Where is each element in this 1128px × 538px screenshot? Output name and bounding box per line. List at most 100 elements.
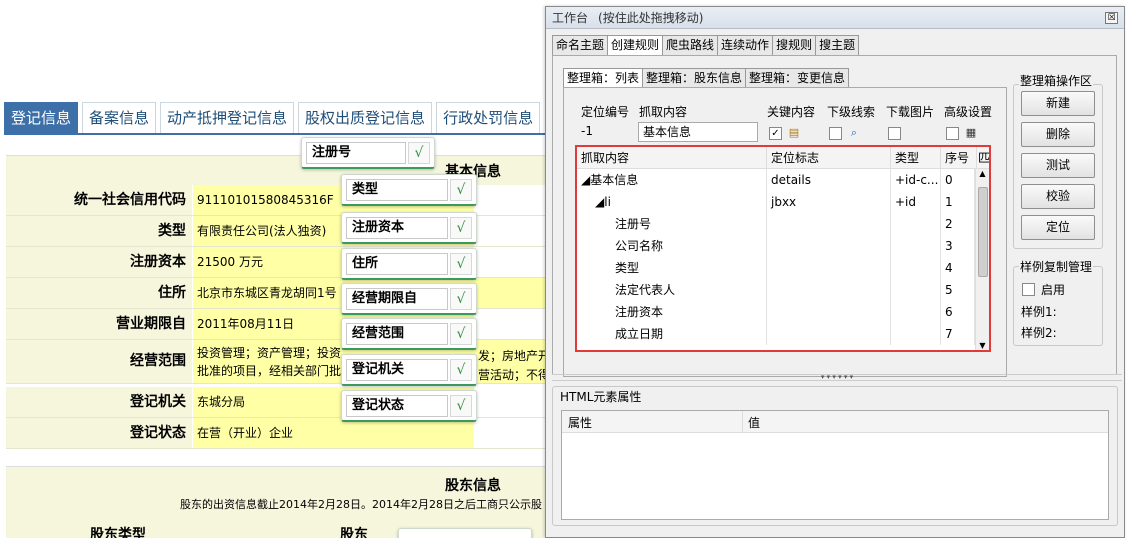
popup-label: 经营范围: [346, 322, 448, 345]
shareholder-title: 股东信息: [445, 478, 501, 494]
scroll-thumb[interactable]: [978, 187, 988, 277]
tab-crawler-route[interactable]: 爬虫路线: [662, 35, 718, 56]
check-icon[interactable]: √: [450, 216, 472, 239]
advanced-checkbox[interactable]: [946, 127, 959, 140]
popup-tag-partial[interactable]: [398, 528, 532, 538]
check-icon[interactable]: √: [450, 252, 472, 275]
advanced-label: 高级设置: [944, 105, 993, 119]
scroll-down-icon[interactable]: ▼: [976, 341, 989, 350]
window-titlebar[interactable]: 工作台 (按住此处拖拽移动): [546, 7, 1124, 29]
new-button[interactable]: 新建: [1021, 91, 1095, 116]
info-row: 类型 有限责任公司(法人独资): [6, 216, 566, 247]
subtab-shareholder[interactable]: 整理箱：股东信息: [642, 68, 746, 88]
row-key: 统一社会信用代码: [6, 185, 192, 215]
row-key: 经营范围: [6, 340, 192, 383]
cell-content: 类型: [577, 257, 767, 279]
grid-col-type[interactable]: 类型: [891, 147, 941, 169]
tab-name-topic[interactable]: 命名主题: [552, 35, 608, 56]
web-tab-filing[interactable]: 备案信息: [82, 102, 157, 133]
cell-mark: jbxx: [767, 191, 891, 213]
popup-tag-status[interactable]: 登记状态 √: [341, 390, 477, 422]
info-row: 营业期限自 2011年08月11日: [6, 309, 566, 340]
cell-content: 注册号: [577, 213, 767, 235]
table-row[interactable]: 注册号 2: [577, 213, 975, 235]
cell-content: ◢li: [577, 191, 767, 213]
close-icon[interactable]: ☒: [1105, 12, 1118, 24]
cell-no: 1: [941, 191, 975, 213]
sample-enable-checkbox[interactable]: [1022, 283, 1035, 296]
popup-tag-capital[interactable]: 注册资本 √: [341, 212, 477, 244]
grid-col-mark[interactable]: 定位标志: [767, 147, 891, 169]
locate-button[interactable]: 定位: [1021, 215, 1095, 240]
table-row[interactable]: ◢基本信息 details +id-c... 0: [577, 169, 975, 191]
grid-scrollbar[interactable]: ▲ ▼: [975, 169, 989, 350]
table-row[interactable]: ◢li jbxx +id 1: [577, 191, 975, 213]
subtab-change[interactable]: 整理箱：变更信息: [745, 68, 850, 88]
cell-type: [891, 323, 941, 345]
cell-no: 6: [941, 301, 975, 323]
cell-mark: [767, 323, 891, 345]
web-tab-bar: 登记信息 备案信息 动产抵押登记信息 股权出质登记信息 行政处罚信息: [4, 102, 541, 133]
table-row[interactable]: 注册资本 6: [577, 301, 975, 323]
table-row[interactable]: 成立日期 7: [577, 323, 975, 345]
tab-search-rule[interactable]: 搜规则: [772, 35, 816, 56]
cell-mark: [767, 213, 891, 235]
table-row[interactable]: 法定代表人 5: [577, 279, 975, 301]
validate-button[interactable]: 校验: [1021, 184, 1095, 209]
popup-tag-reg-no[interactable]: 注册号 √: [301, 137, 435, 169]
row-key: 类型: [6, 216, 192, 246]
grid-col-match[interactable]: 匹: [977, 147, 989, 169]
attr-col-value[interactable]: 值: [748, 414, 760, 431]
delete-button[interactable]: 删除: [1021, 122, 1095, 147]
window-title: 工作台: [552, 11, 589, 25]
table-icon[interactable]: ▦: [964, 126, 978, 140]
check-icon[interactable]: √: [450, 358, 472, 381]
scroll-up-icon[interactable]: ▲: [976, 169, 989, 181]
web-tab-equity-pledge[interactable]: 股权出质登记信息: [298, 102, 433, 133]
grid-col-no[interactable]: 序号: [941, 147, 977, 169]
cell-content: 公司名称: [577, 235, 767, 257]
popup-label: 住所: [346, 252, 448, 275]
note-icon[interactable]: ▤: [787, 126, 801, 140]
check-icon[interactable]: √: [450, 322, 472, 345]
next-clue-checkbox[interactable]: [829, 127, 842, 140]
info-row: 注册资本 21500 万元: [6, 247, 566, 278]
web-tab-penalty[interactable]: 行政处罚信息: [436, 102, 541, 133]
popup-tag-authority[interactable]: 登记机关 √: [341, 354, 477, 386]
web-tab-registration[interactable]: 登记信息: [4, 102, 79, 133]
cell-no: 0: [941, 169, 975, 191]
table-row[interactable]: 公司名称 3: [577, 235, 975, 257]
search-icon[interactable]: ⌕: [847, 126, 861, 140]
download-image-checkbox[interactable]: [888, 127, 901, 140]
check-icon[interactable]: √: [450, 178, 472, 201]
sample2-label: 样例2:: [1021, 326, 1057, 340]
popup-label: 注册号: [306, 141, 406, 164]
check-icon[interactable]: √: [450, 394, 472, 417]
cell-type: [891, 257, 941, 279]
attr-table: 属性 值: [561, 410, 1109, 520]
check-icon[interactable]: √: [408, 141, 430, 164]
pane-splitter[interactable]: ▾ ▾ ▾ ▾ ▾ ▾: [552, 374, 1122, 381]
check-icon[interactable]: √: [450, 287, 472, 310]
popup-tag-scope[interactable]: 经营范围 √: [341, 318, 477, 350]
tab-create-rule[interactable]: 创建规则: [607, 35, 663, 56]
row-key: 住所: [6, 278, 192, 308]
popup-label: 注册资本: [346, 216, 448, 239]
tab-continuous-action[interactable]: 连续动作: [717, 35, 773, 56]
key-content-checkbox[interactable]: ✓: [769, 127, 782, 140]
tab-search-topic[interactable]: 搜主题: [815, 35, 860, 56]
popup-tag-term[interactable]: 经营期限自 √: [341, 283, 477, 315]
test-button[interactable]: 测试: [1021, 153, 1095, 178]
web-tab-chattel-mortgage[interactable]: 动产抵押登记信息: [160, 102, 295, 133]
grid-col-content[interactable]: 抓取内容: [577, 147, 767, 169]
table-row[interactable]: 类型 4: [577, 257, 975, 279]
capture-input[interactable]: 基本信息: [638, 122, 758, 142]
subtab-list[interactable]: 整理箱：列表: [563, 68, 643, 88]
scope-tail-2: 营活动；不得: [478, 368, 551, 382]
cell-type: [891, 279, 941, 301]
popup-tag-address[interactable]: 住所 √: [341, 248, 477, 280]
popup-tag-type[interactable]: 类型 √: [341, 174, 477, 206]
cell-no: 2: [941, 213, 975, 235]
ops-title: 整理箱操作区: [1019, 72, 1094, 89]
attr-col-name[interactable]: 属性: [568, 414, 592, 431]
